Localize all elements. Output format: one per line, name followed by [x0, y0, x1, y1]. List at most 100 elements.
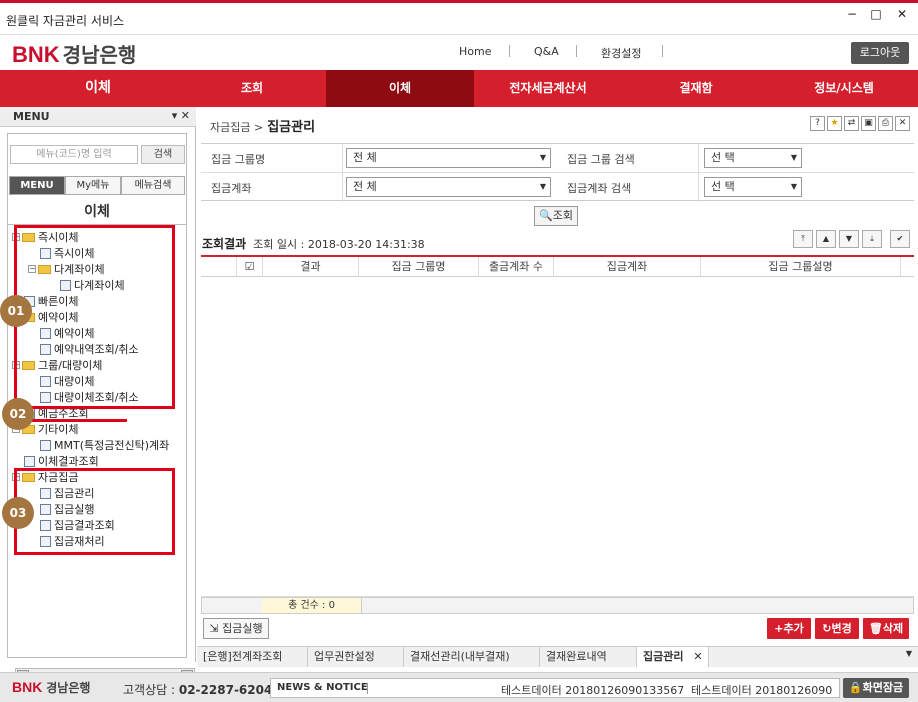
- column-checkbox[interactable]: ☑: [237, 257, 263, 277]
- sidebar-header: MENU ▾ ✕: [0, 107, 196, 127]
- news-item[interactable]: 테스트데이터 20180126090133567: [501, 682, 684, 698]
- check-all-icon[interactable]: ✔: [890, 230, 910, 248]
- breadcrumb-parent[interactable]: 자금집금 >: [210, 121, 263, 134]
- window-icon[interactable]: ▣: [861, 116, 876, 131]
- page-title: 집금관리: [267, 120, 316, 135]
- total-count: 총 건수 : 0: [262, 598, 362, 613]
- dropdown-arrow-icon: ▼: [790, 182, 797, 191]
- tabs-dropdown-icon[interactable]: ▼: [906, 649, 912, 658]
- column-account[interactable]: 집금계좌: [554, 257, 701, 277]
- annotation-badge-01: 01: [0, 295, 32, 327]
- menu-inquiry[interactable]: 조회: [178, 70, 326, 107]
- group-name-select[interactable]: 전 체 ▼: [346, 148, 551, 168]
- news-item[interactable]: 테스트데이터 20180126090: [691, 682, 837, 698]
- nav-home[interactable]: Home: [459, 45, 491, 58]
- favorite-star-icon[interactable]: ★: [827, 116, 842, 131]
- highlight-box-03: [14, 468, 175, 555]
- dropdown-arrow-icon: ▼: [790, 153, 797, 162]
- cell-divider: [342, 173, 343, 202]
- move-up-icon[interactable]: ▲: [816, 230, 836, 248]
- doc-tab[interactable]: 업무권한설정: [308, 647, 404, 667]
- search-form: 집금 그룹명 전 체 ▼ 집금 그룹 검색 선 택 ▼ 집금계좌 전 체 ▼ 집금계좌…: [201, 143, 914, 202]
- menu-tax-invoice[interactable]: 전자세금계산서: [474, 70, 622, 107]
- print-icon[interactable]: ⎙: [878, 116, 893, 131]
- refresh-icon[interactable]: ⇄: [844, 116, 859, 131]
- maximize-button[interactable]: □: [866, 7, 886, 23]
- footer: BNK 경남은행 고객상담 : 02-2287-6204 NEWS & NOTI…: [0, 672, 918, 702]
- logout-button[interactable]: 로그아웃: [851, 42, 909, 64]
- nav-divider: [509, 45, 510, 57]
- move-down-icon[interactable]: ▼: [839, 230, 859, 248]
- group-search-select[interactable]: 선 택 ▼: [704, 148, 802, 168]
- column-withdraw-count[interactable]: 출금계좌 수: [479, 257, 554, 277]
- add-button[interactable]: +추가: [767, 618, 811, 639]
- result-header: 조회결과 조회 일시 : 2018-03-20 14:31:38: [202, 235, 425, 252]
- run-icon: ⇲: [209, 622, 219, 635]
- page-toolbar: ? ★ ⇄ ▣ ⎙ ✕: [808, 115, 910, 131]
- sidebar-tabs: MENU My메뉴 메뉴검색: [9, 176, 185, 195]
- doc-tab[interactable]: 결재선관리(내부결재): [404, 647, 540, 667]
- form-row: 집금 그룹명 전 체 ▼ 집금 그룹 검색 선 택 ▼: [201, 144, 914, 173]
- menu-search-button[interactable]: 검색: [141, 145, 185, 164]
- grid-body: [201, 277, 914, 597]
- close-tab-icon[interactable]: ✕: [693, 650, 702, 663]
- sidebar-header-title: MENU: [13, 110, 50, 123]
- annotation-badge-02: 02: [2, 398, 34, 430]
- column-group-description[interactable]: 집금 그룹설명: [701, 257, 901, 277]
- change-button[interactable]: ↻변경: [815, 618, 859, 639]
- close-icon[interactable]: ✕: [895, 116, 910, 131]
- sidebar-title: 이체: [8, 201, 186, 225]
- footer-logo: BNK 경남은행: [12, 679, 91, 695]
- news-label: NEWS & NOTICE: [277, 682, 368, 693]
- nav-divider: [662, 45, 663, 57]
- column-select: [201, 257, 237, 277]
- account-search-select[interactable]: 선 택 ▼: [704, 177, 802, 197]
- highlight-underline-02: [30, 419, 127, 422]
- column-result[interactable]: 결과: [263, 257, 359, 277]
- account-label: 집금계좌: [211, 182, 252, 195]
- help-icon[interactable]: ?: [810, 116, 825, 131]
- close-window-button[interactable]: ✕: [892, 7, 912, 23]
- group-search-label: 집금 그룹 검색: [567, 153, 635, 166]
- menu-search-input[interactable]: 메뉴(코드)명 입력: [10, 145, 138, 164]
- minimize-button[interactable]: −: [842, 7, 862, 23]
- result-title: 조회결과: [202, 237, 247, 251]
- doc-tab[interactable]: 결재완료내역: [540, 647, 637, 667]
- document-tabs: [은행]전계좌조회 업무권한설정 결재선관리(내부결재) 결재완료내역 집금관리…: [197, 646, 918, 667]
- doc-tab[interactable]: [은행]전계좌조회: [197, 647, 308, 667]
- cell-divider: [698, 173, 699, 202]
- move-top-icon[interactable]: ⤒: [793, 230, 813, 248]
- tab-menu-search[interactable]: 메뉴검색: [121, 176, 185, 195]
- search-button[interactable]: 🔍조회: [534, 206, 578, 226]
- account-select[interactable]: 전 체 ▼: [346, 177, 551, 197]
- window-titlebar: 원클릭 자금관리 서비스 − □ ✕: [0, 0, 918, 34]
- tab-my-menu[interactable]: My메뉴: [65, 176, 121, 195]
- group-name-label: 집금 그룹명: [211, 153, 266, 166]
- breadcrumb: 자금집금 > 집금관리: [210, 116, 315, 135]
- sidebar-header-controls[interactable]: ▾ ✕: [172, 109, 190, 122]
- execute-collection-button[interactable]: ⇲ 집금실행: [203, 618, 269, 639]
- menu-transfer[interactable]: 이체: [326, 70, 474, 107]
- grid-header: ☑ 결과 집금 그룹명 출금계좌 수 집금계좌 집금 그룹설명: [201, 257, 914, 277]
- window-title: 원클릭 자금관리 서비스: [6, 14, 125, 28]
- grid-sort-buttons: ⤒ ▲ ▼ ⤓ ✔: [790, 230, 910, 248]
- cell-divider: [342, 144, 343, 173]
- menu-home-transfer[interactable]: 이체: [0, 70, 196, 107]
- grid-total-bar: 총 건수 : 0: [201, 597, 914, 614]
- tree-item[interactable]: MMT(특정금전신탁)계좌: [40, 438, 169, 454]
- nav-qna[interactable]: Q&A: [534, 45, 559, 58]
- nav-settings[interactable]: 환경설정: [601, 45, 641, 61]
- screen-lock-button[interactable]: 🔒화면잠금: [843, 678, 909, 698]
- search-icon: 🔍: [539, 209, 553, 222]
- delete-button[interactable]: 🗑삭제: [863, 618, 909, 639]
- doc-tab-active[interactable]: 집금관리 ✕: [637, 647, 709, 667]
- form-row: 집금계좌 전 체 ▼ 집금계좌 검색 선 택 ▼: [201, 173, 914, 202]
- tab-menu[interactable]: MENU: [9, 176, 65, 195]
- move-bottom-icon[interactable]: ⤓: [862, 230, 882, 248]
- lock-icon: 🔒: [848, 681, 863, 694]
- annotation-badge-03: 03: [2, 497, 34, 529]
- app-header: BNK 경남은행 Home Q&A 환경설정 로그아웃: [0, 34, 918, 70]
- menu-info-system[interactable]: 정보/시스템: [770, 70, 918, 107]
- column-group-name[interactable]: 집금 그룹명: [359, 257, 479, 277]
- menu-approval[interactable]: 결재함: [622, 70, 770, 107]
